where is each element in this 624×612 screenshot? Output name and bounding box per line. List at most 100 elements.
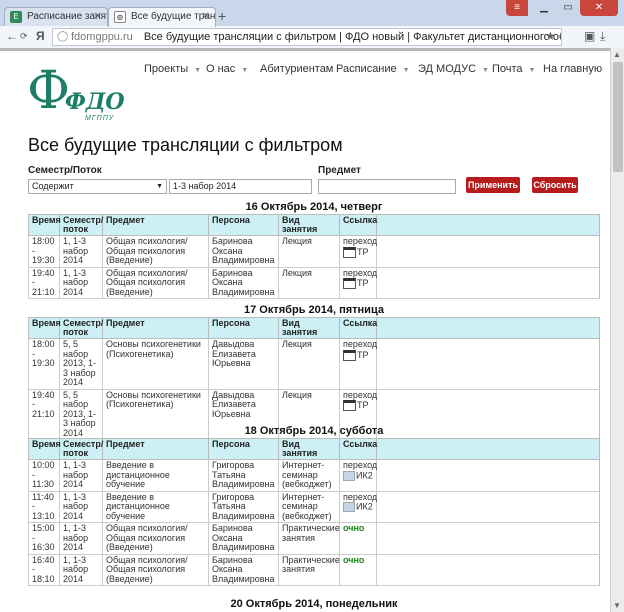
cell-semester: 1, 1-3 набор 2014	[59, 553, 103, 586]
chevron-down-icon: ▼	[241, 67, 249, 74]
minimize-icon[interactable]: ▁	[532, 0, 556, 16]
link-text: переход	[343, 267, 378, 278]
schedule-table: Время Семестр/ поток Предмет Персона Вид…	[28, 438, 600, 586]
new-tab-button[interactable]: +	[218, 8, 226, 24]
scrollbar-thumb[interactable]	[613, 62, 623, 172]
close-tab-icon[interactable]: ✕	[94, 8, 102, 26]
link-tag: ТР	[357, 246, 369, 257]
subject-input[interactable]	[318, 179, 456, 194]
scroll-down-icon[interactable]: ▼	[613, 601, 621, 610]
cell-semester: 1, 1-3 набор 2014	[59, 459, 103, 492]
cell-kind: Лекция	[278, 235, 340, 268]
cell-link[interactable]: переход ТР	[339, 235, 377, 268]
site-logo[interactable]: Ф ФДО МГППУ	[27, 63, 137, 125]
nav-item-mail[interactable]: Почта ▼	[492, 63, 535, 75]
back-icon[interactable]: ←	[6, 29, 18, 43]
cell-link: очно	[339, 522, 377, 555]
cell-subject: Общая психология/Общая психология (Введе…	[102, 522, 209, 555]
col-time: Время	[28, 438, 61, 460]
cell-person: Баринова Оксана Владимировна	[208, 266, 279, 299]
in-person-label: очно	[343, 554, 365, 565]
site-favicon-icon: ⊛	[114, 11, 126, 23]
nav-item-projects[interactable]: Проекты ▼	[144, 63, 201, 75]
link-tag: ТР	[357, 349, 369, 360]
semester-input[interactable]: 1-3 набор 2014	[169, 179, 312, 194]
day-section: 16 Октябрь 2014, четверг Время Семестр/ …	[28, 200, 600, 299]
cell-subject: Введение в дистанционное обучение	[102, 459, 209, 492]
spreadsheet-icon: E	[10, 11, 22, 23]
col-person: Персона	[208, 317, 279, 339]
cell-person: Григорова Татьяна Владимировна	[208, 459, 279, 492]
cell-semester: 1, 1-3 набор 2014	[59, 266, 103, 299]
nav-item-modus[interactable]: ЭД МОДУС ▼	[418, 63, 489, 75]
col-time: Время	[28, 214, 61, 236]
semester-match-select[interactable]: Содержит ▼	[28, 179, 167, 194]
cell-kind: Практические занятия	[278, 522, 340, 555]
page-content: Ф ФДО МГППУ Проекты ▼ О нас ▼ Абитуриентам…	[0, 51, 610, 612]
day-heading: 17 Октябрь 2014, пятница	[244, 304, 384, 316]
nav-item-about[interactable]: О нас ▼	[206, 63, 248, 75]
link-text: переход	[343, 339, 378, 349]
url-title: Все будущие трансляции с фильтром | ФДО …	[143, 31, 562, 43]
cell-kind: Лекция	[278, 338, 340, 390]
browser-toolbar: ← ⟳ Я ◯ fdomgppu.ru Все будущие трансляц…	[0, 26, 624, 48]
cell-person: Давыдова Елизавета Юрьевна	[208, 338, 279, 390]
cell-time: 16:40 - 18:10	[28, 553, 60, 586]
day-heading: 16 Октябрь 2014, четверг	[245, 201, 383, 213]
col-subject: Предмет	[102, 214, 209, 236]
tab-broadcasts[interactable]: ⊛ Все будущие трансля ✕	[108, 7, 216, 27]
nav-item-applicants[interactable]: Абитуриентам	[260, 63, 333, 75]
broadcast-icon	[343, 246, 356, 258]
yandex-icon[interactable]: Я	[36, 29, 45, 43]
table-row: 15:00 - 16:30 1, 1-3 набор 2014 Общая пс…	[28, 522, 600, 555]
nav-item-schedule[interactable]: Расписание ▼	[336, 63, 410, 75]
webinar-icon	[343, 470, 355, 481]
refresh-icon[interactable]: ⟳	[20, 31, 28, 42]
main-navigation: Проекты ▼ О нас ▼ Абитуриентам Расписание ▼…	[140, 63, 602, 81]
col-semester: Семестр/ поток	[59, 317, 103, 339]
maximize-icon[interactable]: ▭	[556, 0, 580, 16]
col-kind: Вид занятия	[278, 317, 340, 339]
link-tag: ИК2	[356, 469, 373, 480]
apply-button[interactable]: Применить	[466, 177, 520, 193]
chevron-down-icon: ▼	[194, 67, 202, 74]
extension-icon[interactable]: ▣	[584, 29, 595, 43]
browser-chrome: E Расписание занятий - ✕ ⊛ Все будущие т…	[0, 0, 624, 48]
cell-subject: Основы психогенетики (Психогенетика)	[102, 338, 209, 390]
scroll-up-icon[interactable]: ▲	[613, 50, 621, 59]
cell-link[interactable]: переход ТР	[339, 266, 378, 299]
nav-item-home[interactable]: На главную	[543, 63, 602, 75]
bookmark-star-icon[interactable]: ★	[545, 29, 556, 43]
close-tab-icon[interactable]: ✕	[202, 8, 210, 26]
download-icon[interactable]: ⤓	[600, 29, 605, 44]
cell-time: 18:00 - 19:30	[28, 338, 60, 390]
link-tag: ИК2	[356, 501, 373, 512]
reset-button[interactable]: Сбросить	[532, 177, 578, 193]
schedule-table: Время Семестр/ поток Предмет Персона Вид…	[28, 214, 600, 299]
tab-schedule[interactable]: E Расписание занятий - ✕	[4, 7, 108, 27]
cell-link[interactable]: переход ИК2	[339, 459, 377, 492]
cell-link[interactable]: переход ТР	[339, 338, 378, 390]
logo-fdo: ФДО	[65, 89, 125, 115]
cell-semester: 5, 5 набор 2013, 1-3 набор 2014	[59, 338, 103, 390]
col-subject: Предмет	[102, 317, 209, 339]
col-semester: Семестр/ поток	[59, 438, 103, 460]
cell-link[interactable]: переход ИК2	[339, 490, 377, 523]
col-empty	[376, 214, 600, 236]
cell-time: 18:00 - 19:30	[28, 235, 60, 268]
table-row: 18:00 - 19:30 1, 1-3 набор 2014 Общая пс…	[28, 235, 600, 268]
cell-link: очно	[339, 553, 377, 586]
logo-phi: Ф	[27, 61, 71, 121]
chevron-down-icon: ▼	[482, 67, 489, 74]
link-tag: ТР	[357, 399, 369, 410]
table-header: Время Семестр/ поток Предмет Персона Вид…	[28, 317, 600, 339]
col-person: Персона	[208, 438, 279, 460]
link-text: переход	[343, 389, 378, 400]
address-bar[interactable]: ◯ fdomgppu.ru Все будущие трансляции с ф…	[52, 28, 562, 46]
in-person-label: очно	[343, 523, 365, 533]
browser-menu-icon[interactable]: ≡	[506, 0, 528, 16]
close-window-icon[interactable]: ✕	[580, 0, 618, 16]
cell-kind: Интернет-семинар (вебкоджет)	[278, 490, 340, 523]
page-scrollbar[interactable]: ▲ ▼	[610, 48, 624, 612]
cell-kind: Интернет-семинар (вебкоджет)	[278, 459, 340, 492]
